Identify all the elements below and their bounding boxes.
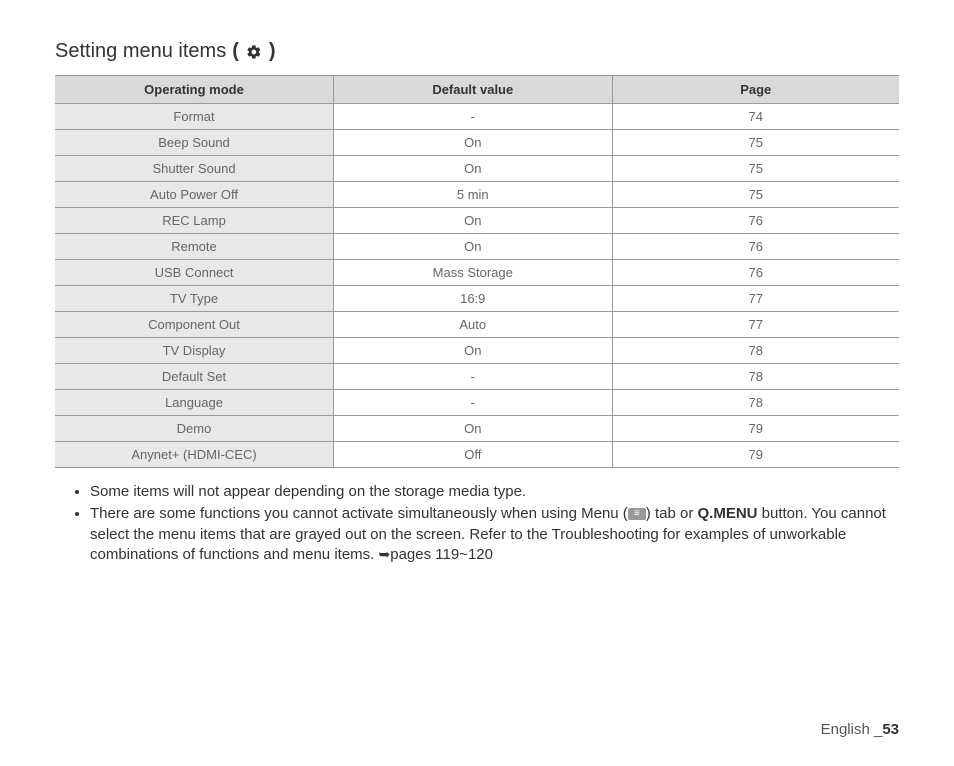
arrow-icon: [379, 546, 391, 563]
page-footer: English _53: [821, 721, 899, 738]
heading-text: Setting menu items: [55, 40, 226, 63]
table-cell: 75: [612, 130, 899, 156]
table-cell: On: [334, 416, 613, 442]
menu-icon: [628, 508, 646, 520]
table-header-row: Operating mode Default value Page: [55, 76, 899, 104]
note-item: There are some functions you cannot acti…: [90, 504, 899, 565]
note-text: ) tab or: [646, 505, 698, 522]
table-cell: On: [334, 208, 613, 234]
table-cell: Remote: [55, 234, 334, 260]
table-row: Language-78: [55, 390, 899, 416]
table-cell: Demo: [55, 416, 334, 442]
paren-close: ): [269, 40, 276, 63]
table-cell: TV Type: [55, 286, 334, 312]
table-row: Auto Power Off5 min75: [55, 182, 899, 208]
table-row: Shutter SoundOn75: [55, 156, 899, 182]
table-cell: Auto: [334, 312, 613, 338]
notes-list: Some items will not appear depending on …: [55, 482, 899, 565]
table-cell: On: [334, 338, 613, 364]
table-row: TV Type16:977: [55, 286, 899, 312]
footer-lang: English: [821, 721, 874, 738]
section-heading: Setting menu items ( ): [55, 40, 899, 63]
note-item: Some items will not appear depending on …: [90, 482, 899, 502]
table-cell: 78: [612, 390, 899, 416]
table-cell: 78: [612, 338, 899, 364]
table-row: USB ConnectMass Storage76: [55, 260, 899, 286]
table-cell: 75: [612, 156, 899, 182]
table-row: REC LampOn76: [55, 208, 899, 234]
table-cell: Anynet+ (HDMI-CEC): [55, 442, 334, 468]
note-text: Some items will not appear depending on …: [90, 483, 526, 500]
table-row: TV DisplayOn78: [55, 338, 899, 364]
table-cell: On: [334, 156, 613, 182]
table-cell: Mass Storage: [334, 260, 613, 286]
table-row: Beep SoundOn75: [55, 130, 899, 156]
col-header-page: Page: [612, 76, 899, 104]
table-cell: 76: [612, 208, 899, 234]
table-cell: Language: [55, 390, 334, 416]
table-cell: -: [334, 390, 613, 416]
table-cell: -: [334, 364, 613, 390]
table-cell: Beep Sound: [55, 130, 334, 156]
table-cell: Default Set: [55, 364, 334, 390]
table-cell: 5 min: [334, 182, 613, 208]
table-row: RemoteOn76: [55, 234, 899, 260]
table-row: Anynet+ (HDMI-CEC)Off79: [55, 442, 899, 468]
table-cell: Auto Power Off: [55, 182, 334, 208]
table-cell: REC Lamp: [55, 208, 334, 234]
table-cell: 79: [612, 442, 899, 468]
col-header-default: Default value: [334, 76, 613, 104]
paren-open: (: [232, 40, 239, 63]
table-cell: 78: [612, 364, 899, 390]
table-cell: 76: [612, 260, 899, 286]
table-cell: 74: [612, 104, 899, 130]
col-header-mode: Operating mode: [55, 76, 334, 104]
note-text: There are some functions you cannot acti…: [90, 505, 628, 522]
table-cell: USB Connect: [55, 260, 334, 286]
table-row: Format-74: [55, 104, 899, 130]
table-cell: On: [334, 130, 613, 156]
table-cell: Off: [334, 442, 613, 468]
table-cell: -: [334, 104, 613, 130]
table-cell: 76: [612, 234, 899, 260]
table-cell: On: [334, 234, 613, 260]
table-row: Default Set-78: [55, 364, 899, 390]
table-cell: 79: [612, 416, 899, 442]
table-row: DemoOn79: [55, 416, 899, 442]
settings-table: Operating mode Default value Page Format…: [55, 75, 899, 468]
qmenu-label: Q.MENU: [697, 505, 757, 522]
table-cell: Format: [55, 104, 334, 130]
table-cell: Shutter Sound: [55, 156, 334, 182]
table-cell: Component Out: [55, 312, 334, 338]
table-cell: 75: [612, 182, 899, 208]
table-cell: 16:9: [334, 286, 613, 312]
table-cell: 77: [612, 312, 899, 338]
footer-page-number: 53: [882, 721, 899, 738]
table-row: Component OutAuto77: [55, 312, 899, 338]
gear-icon: [245, 43, 263, 61]
note-pages: pages 119~120: [390, 546, 493, 563]
table-cell: 77: [612, 286, 899, 312]
table-cell: TV Display: [55, 338, 334, 364]
